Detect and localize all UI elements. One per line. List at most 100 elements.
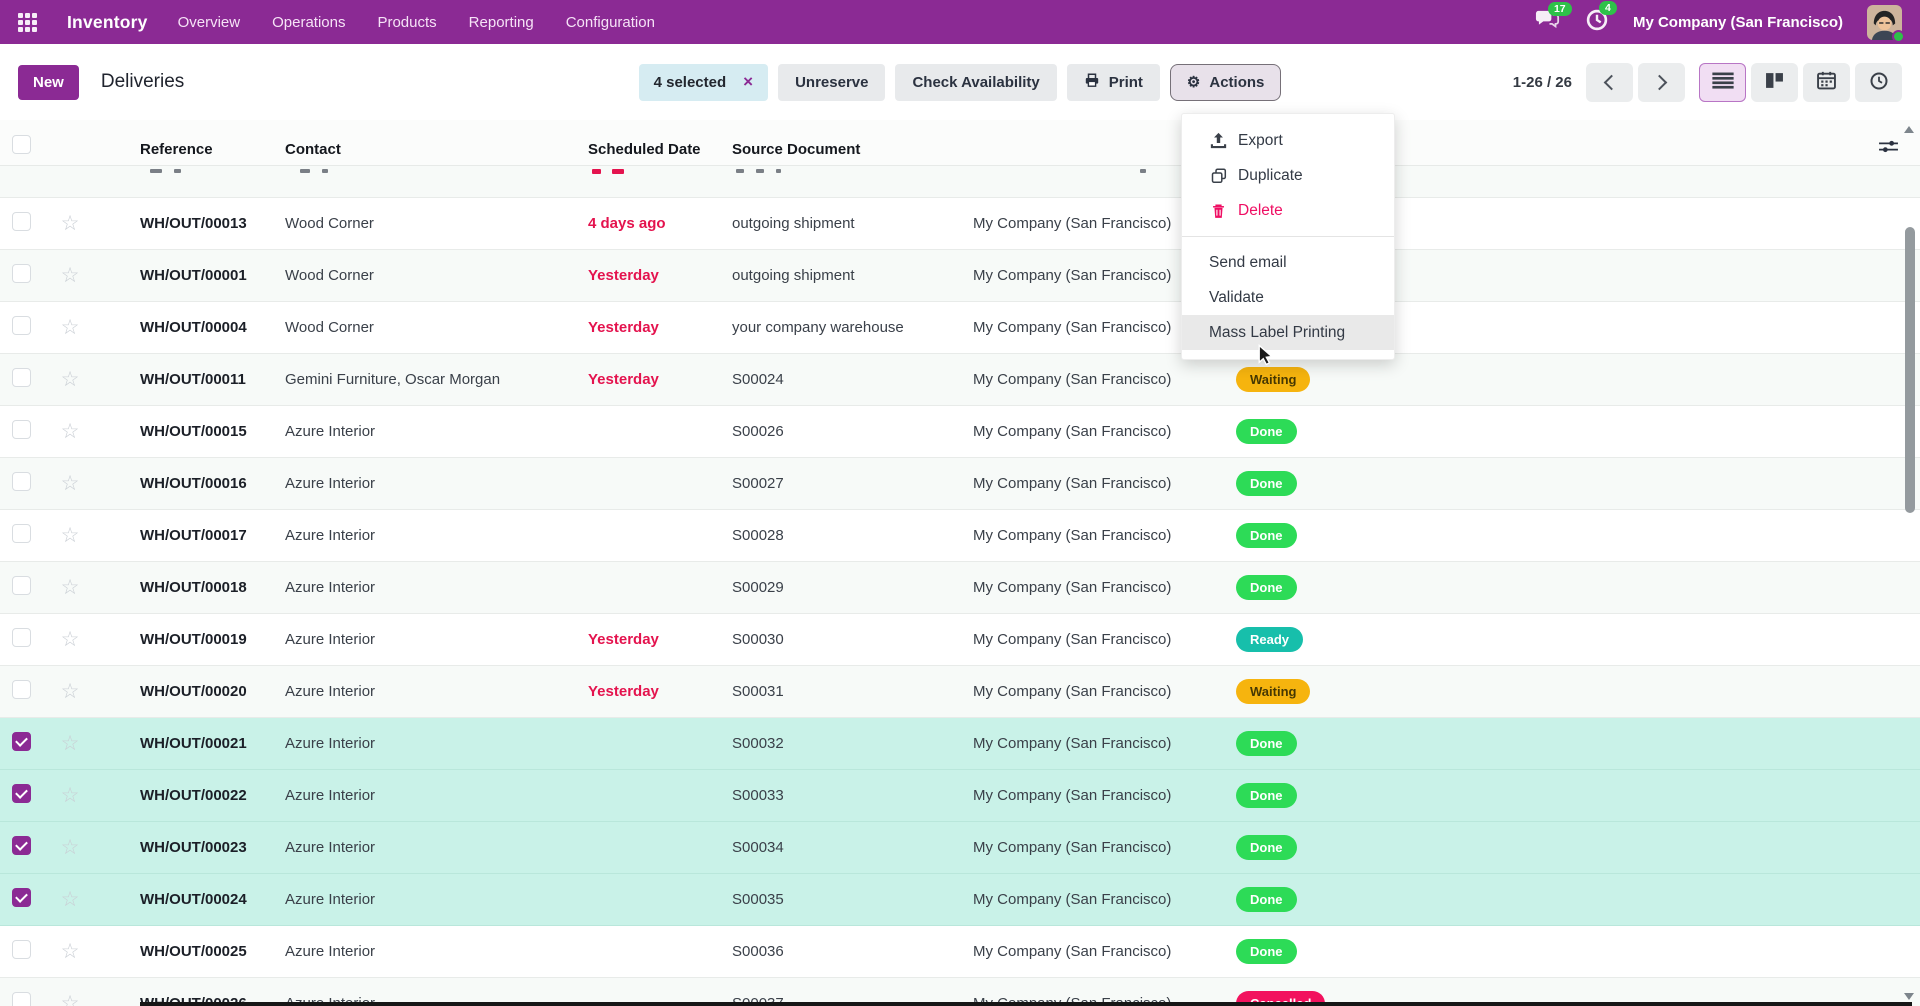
status-badge: Done (1236, 523, 1297, 548)
app-name[interactable]: Inventory (67, 12, 148, 33)
table-row[interactable]: ☆ WH/OUT/00022 Azure Interior S00033 My … (0, 770, 1920, 822)
nav-item-reporting[interactable]: Reporting (469, 14, 534, 31)
row-checkbox[interactable] (12, 576, 31, 595)
activity-view-button[interactable] (1855, 63, 1902, 102)
favorite-star-icon[interactable]: ☆ (44, 367, 96, 392)
reference-cell: WH/OUT/00001 (96, 267, 285, 284)
table-row[interactable]: ☆ WH/OUT/00023 Azure Interior S00034 My … (0, 822, 1920, 874)
print-button[interactable]: Print (1067, 64, 1160, 101)
favorite-star-icon[interactable]: ☆ (44, 887, 96, 912)
kanban-view-icon (1765, 71, 1784, 93)
table-row[interactable]: ☆ WH/OUT/00019 Azure Interior Yesterday … (0, 614, 1920, 666)
favorite-star-icon[interactable]: ☆ (44, 991, 96, 1006)
status-badge: Waiting (1236, 679, 1310, 704)
page-title: Deliveries (101, 71, 184, 93)
menu-item-send-email[interactable]: Send email (1182, 245, 1394, 280)
messages-button[interactable]: 17 (1534, 9, 1561, 36)
check-availability-button[interactable]: Check Availability (895, 64, 1056, 101)
menu-item-export[interactable]: Export (1182, 123, 1394, 158)
table-row[interactable]: ☆ WH/OUT/00017 Azure Interior S00028 My … (0, 510, 1920, 562)
table-row[interactable]: ☆ WH/OUT/00004 Wood Corner Yesterday you… (0, 302, 1920, 354)
column-header-source-document[interactable]: Source Document (732, 141, 973, 158)
row-checkbox[interactable] (12, 264, 31, 283)
source-document-cell: S00028 (732, 527, 973, 544)
scrollbar-thumb[interactable] (1905, 227, 1915, 513)
scrollbar-down-arrow[interactable] (1904, 993, 1914, 1000)
menu-item-duplicate[interactable]: Duplicate (1182, 158, 1394, 193)
kanban-view-button[interactable] (1751, 63, 1798, 102)
favorite-star-icon[interactable]: ☆ (44, 835, 96, 860)
favorite-star-icon[interactable]: ☆ (44, 575, 96, 600)
column-header-contact[interactable]: Contact (285, 141, 588, 158)
unreserve-button[interactable]: Unreserve (778, 64, 885, 101)
favorite-star-icon[interactable]: ☆ (44, 939, 96, 964)
favorite-star-icon[interactable]: ☆ (44, 523, 96, 548)
favorite-star-icon[interactable]: ☆ (44, 315, 96, 340)
menu-item-delete[interactable]: Delete (1182, 193, 1394, 228)
activities-button[interactable]: 4 (1585, 8, 1609, 37)
row-checkbox[interactable] (12, 940, 31, 959)
scrollbar-up-arrow[interactable] (1904, 126, 1914, 133)
menu-item-mass-label-printing[interactable]: Mass Label Printing (1182, 315, 1394, 350)
table-row[interactable]: ☆ WH/OUT/00011 Gemini Furniture, Oscar M… (0, 354, 1920, 406)
table-row[interactable]: ☆ WH/OUT/00013 Wood Corner 4 days ago ou… (0, 198, 1920, 250)
reference-cell: WH/OUT/00019 (96, 631, 285, 648)
favorite-star-icon[interactable]: ☆ (44, 679, 96, 704)
table-row[interactable]: ☆ WH/OUT/00001 Wood Corner Yesterday out… (0, 250, 1920, 302)
row-checkbox[interactable] (12, 784, 31, 803)
favorite-star-icon[interactable]: ☆ (44, 263, 96, 288)
row-checkbox[interactable] (12, 836, 31, 855)
nav-item-overview[interactable]: Overview (178, 14, 241, 31)
reference-cell: WH/OUT/00025 (96, 943, 285, 960)
favorite-star-icon[interactable]: ☆ (44, 627, 96, 652)
menu-item-validate[interactable]: Validate (1182, 280, 1394, 315)
optional-columns-icon[interactable] (1878, 141, 1899, 158)
favorite-star-icon[interactable]: ☆ (44, 731, 96, 756)
pager-previous-button[interactable] (1586, 63, 1633, 102)
nav-item-operations[interactable]: Operations (272, 14, 345, 31)
row-checkbox[interactable] (12, 680, 31, 699)
row-checkbox[interactable] (12, 368, 31, 387)
row-checkbox[interactable] (12, 472, 31, 491)
company-cell: My Company (San Francisco) (973, 787, 1236, 804)
row-checkbox[interactable] (12, 212, 31, 231)
table-row[interactable]: ☆ WH/OUT/00016 Azure Interior S00027 My … (0, 458, 1920, 510)
column-header-reference[interactable]: Reference (96, 141, 285, 158)
favorite-star-icon[interactable]: ☆ (44, 471, 96, 496)
scheduled-date-cell: Yesterday (588, 267, 732, 284)
apps-grid-icon[interactable] (18, 13, 37, 32)
favorite-star-icon[interactable]: ☆ (44, 419, 96, 444)
table-row[interactable]: ☆ WH/OUT/00024 Azure Interior S00035 My … (0, 874, 1920, 926)
pager-next-button[interactable] (1638, 63, 1685, 102)
table-row[interactable]: ☆ WH/OUT/00015 Azure Interior S00026 My … (0, 406, 1920, 458)
actions-button[interactable]: ⚙ Actions (1170, 64, 1281, 101)
reference-cell: WH/OUT/00021 (96, 735, 285, 752)
company-switcher[interactable]: My Company (San Francisco) (1633, 14, 1843, 31)
favorite-star-icon[interactable]: ☆ (44, 783, 96, 808)
table-row[interactable]: ☆ WH/OUT/00025 Azure Interior S00036 My … (0, 926, 1920, 978)
nav-item-configuration[interactable]: Configuration (566, 14, 655, 31)
row-checkbox[interactable] (12, 888, 31, 907)
row-checkbox[interactable] (12, 420, 31, 439)
clear-selection-icon[interactable]: × (743, 72, 753, 92)
favorite-star-icon[interactable]: ☆ (44, 211, 96, 236)
row-checkbox[interactable] (12, 628, 31, 647)
table-row[interactable]: ☆ WH/OUT/00020 Azure Interior Yesterday … (0, 666, 1920, 718)
nav-item-products[interactable]: Products (377, 14, 436, 31)
select-all-checkbox[interactable] (12, 135, 31, 154)
contact-cell: Azure Interior (285, 579, 588, 596)
scheduled-date-cell: Yesterday (588, 371, 732, 388)
calendar-view-button[interactable] (1803, 63, 1850, 102)
table-row[interactable]: ☆ WH/OUT/00021 Azure Interior S00032 My … (0, 718, 1920, 770)
row-checkbox[interactable] (12, 524, 31, 543)
list-view-button[interactable] (1699, 63, 1746, 102)
user-avatar[interactable] (1867, 5, 1902, 40)
row-checkbox[interactable] (12, 992, 31, 1006)
column-header-scheduled-date[interactable]: Scheduled Date (588, 141, 732, 158)
new-button[interactable]: New (18, 65, 79, 100)
row-checkbox[interactable] (12, 732, 31, 751)
row-checkbox[interactable] (12, 316, 31, 335)
table-row[interactable]: ☆ WH/OUT/00018 Azure Interior S00029 My … (0, 562, 1920, 614)
menu-item-label: Send email (1209, 254, 1287, 272)
reference-cell: WH/OUT/00004 (96, 319, 285, 336)
